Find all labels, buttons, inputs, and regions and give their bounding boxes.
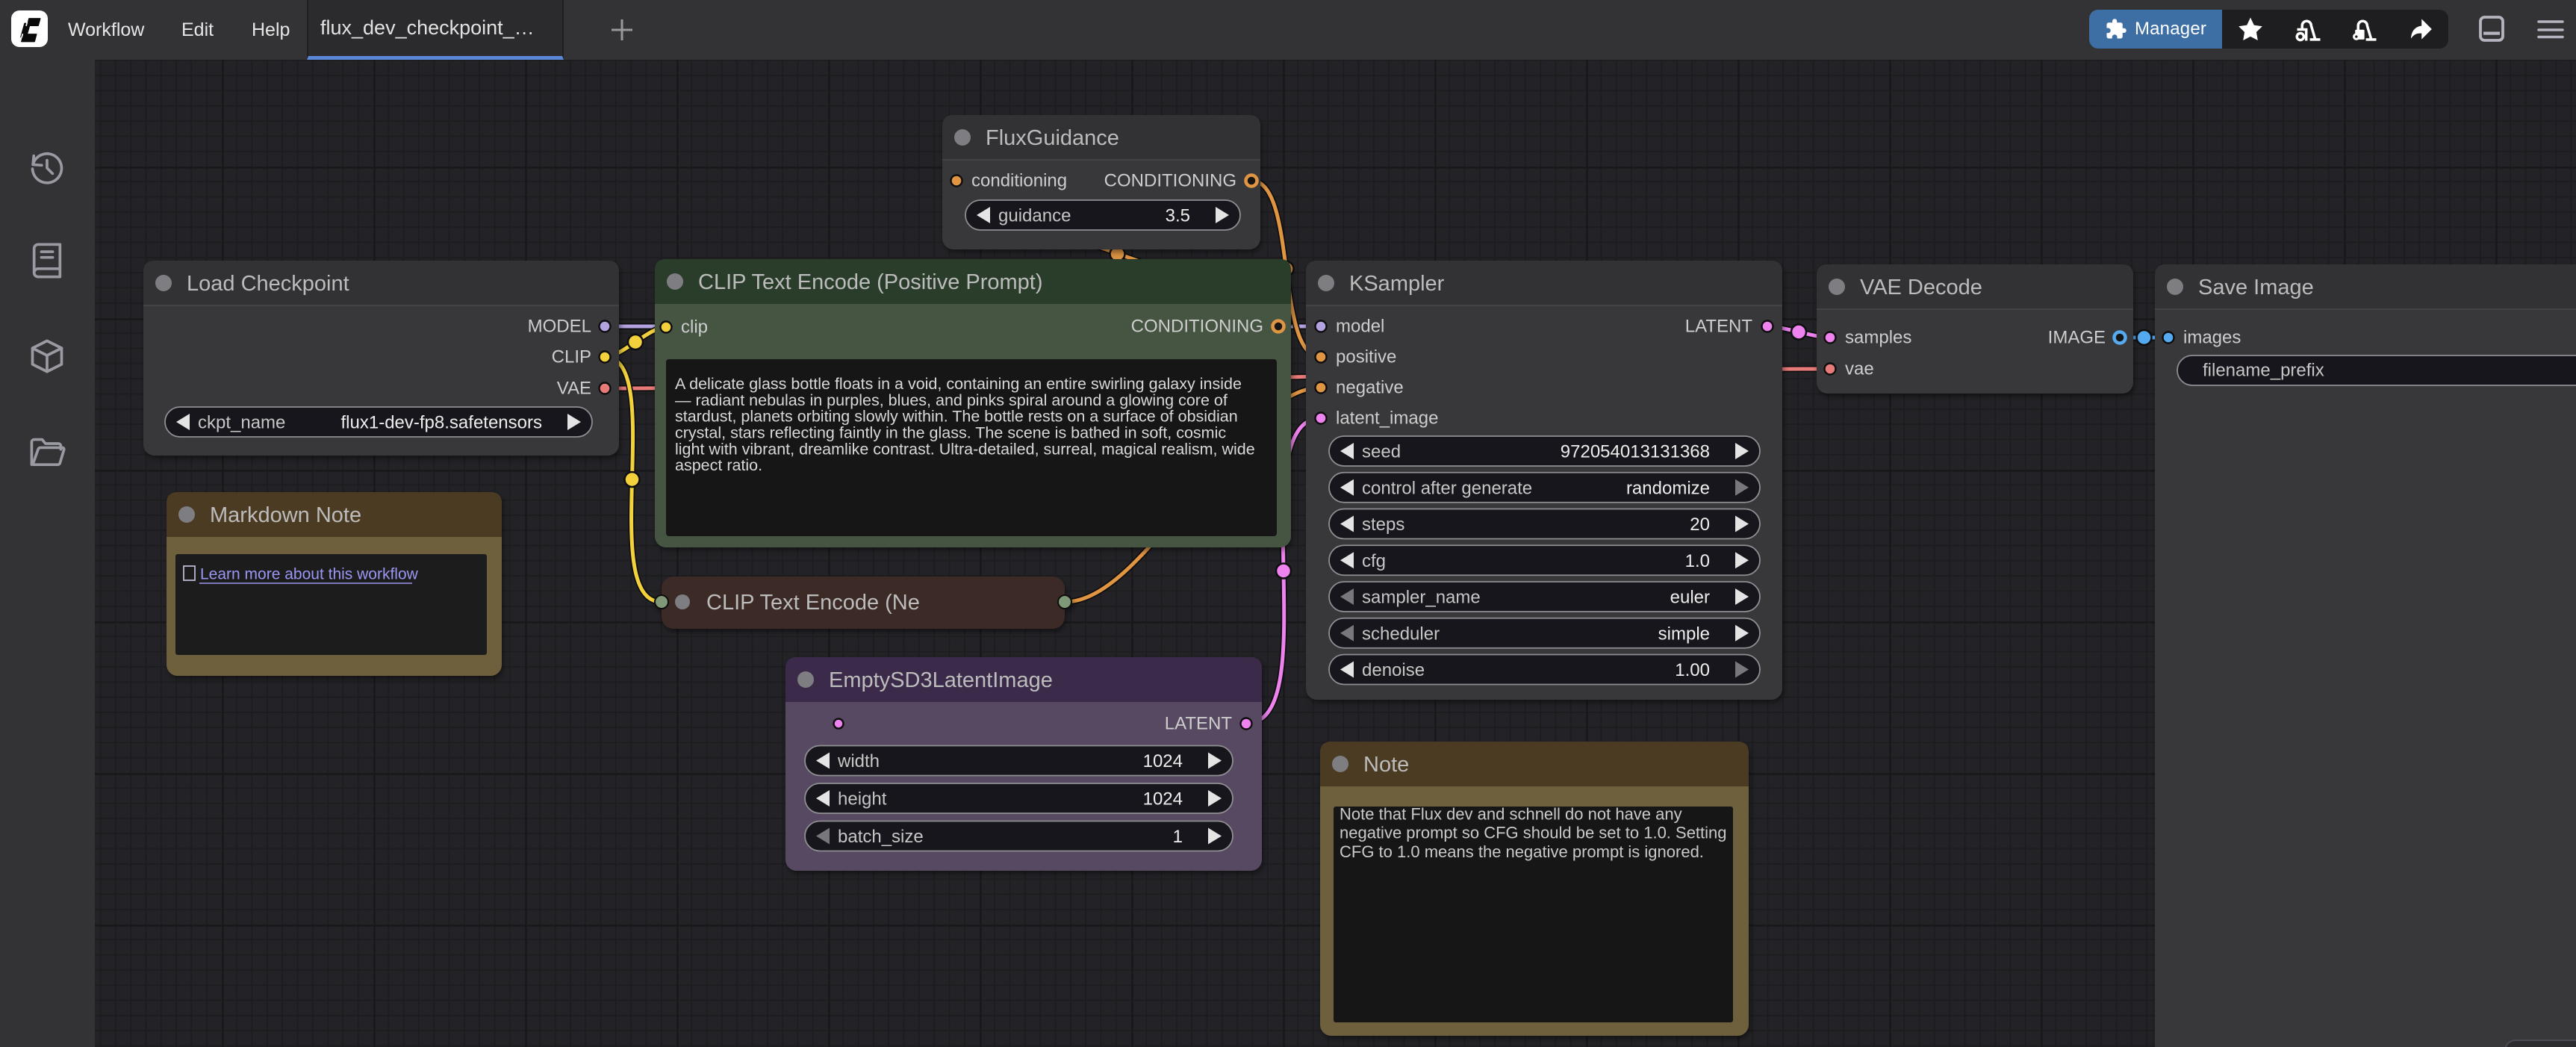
svg-text:vae: vae bbox=[1845, 359, 1874, 379]
svg-text:FluxGuidance: FluxGuidance bbox=[986, 126, 1119, 150]
svg-text:aspect ratio.: aspect ratio. bbox=[675, 456, 762, 474]
svg-text:filename_prefix: filename_prefix bbox=[2203, 361, 2324, 381]
svg-text:Note: Note bbox=[1363, 753, 1409, 777]
svg-text:MODEL: MODEL bbox=[528, 317, 591, 337]
svg-text:1024: 1024 bbox=[1143, 789, 1183, 810]
svg-text:negative: negative bbox=[1336, 378, 1404, 398]
svg-text:simple: simple bbox=[1658, 624, 1710, 644]
svg-text:3.5: 3.5 bbox=[1166, 206, 1190, 226]
svg-text:sampler_name: sampler_name bbox=[1362, 588, 1481, 608]
svg-text:height: height bbox=[838, 789, 887, 810]
svg-text:stardust, planets orbiting slo: stardust, planets orbiting slowly within… bbox=[675, 408, 1238, 426]
svg-text:latent_image: latent_image bbox=[1336, 408, 1438, 429]
svg-text:Learn more about this workflow: Learn more about this workflow bbox=[200, 566, 419, 583]
svg-text:Load Checkpoint: Load Checkpoint bbox=[187, 272, 349, 296]
svg-text:Markdown Note: Markdown Note bbox=[210, 503, 361, 527]
svg-text:images: images bbox=[2183, 328, 2241, 348]
svg-text:— radiant nebulas in purples,: — radiant nebulas in purples, blues, and… bbox=[675, 391, 1228, 409]
svg-text:samples: samples bbox=[1845, 328, 1911, 348]
svg-text:1024: 1024 bbox=[1143, 751, 1183, 771]
svg-text:steps: steps bbox=[1362, 515, 1404, 535]
svg-text:1.0: 1.0 bbox=[1685, 551, 1710, 571]
svg-text:euler: euler bbox=[1670, 588, 1710, 608]
svg-text:1.00: 1.00 bbox=[1675, 660, 1710, 680]
svg-text:1: 1 bbox=[1173, 827, 1183, 847]
svg-text:KSampler: KSampler bbox=[1349, 272, 1445, 296]
svg-text:scheduler: scheduler bbox=[1362, 624, 1440, 644]
svg-text:seed: seed bbox=[1362, 442, 1401, 462]
svg-text:972054013131368: 972054013131368 bbox=[1561, 442, 1710, 462]
svg-text:batch_size: batch_size bbox=[838, 827, 924, 847]
svg-text:VAE: VAE bbox=[557, 379, 591, 399]
svg-text:CFG to 1.0 means the negative: CFG to 1.0 means the negative prompt is … bbox=[1340, 842, 1704, 861]
svg-text:cfg: cfg bbox=[1362, 551, 1386, 571]
svg-text:guidance: guidance bbox=[998, 206, 1071, 226]
svg-text:denoise: denoise bbox=[1362, 660, 1425, 680]
svg-text:Note that Flux dev and schnell: Note that Flux dev and schnell do not ha… bbox=[1340, 805, 1682, 824]
svg-text:flux1-dev-fp8.safetensors: flux1-dev-fp8.safetensors bbox=[341, 413, 542, 433]
svg-text:control after generate: control after generate bbox=[1362, 478, 1532, 498]
svg-text:20: 20 bbox=[1690, 515, 1710, 535]
svg-text:Save Image: Save Image bbox=[2198, 276, 2314, 299]
svg-text:CLIP Text Encode (Ne: CLIP Text Encode (Ne bbox=[706, 591, 920, 615]
svg-text:randomize: randomize bbox=[1626, 478, 1710, 498]
svg-text:width: width bbox=[837, 751, 880, 771]
svg-text:light with vibrant, dreamlike: light with vibrant, dreamlike contrast. … bbox=[675, 440, 1255, 458]
svg-text:model: model bbox=[1336, 317, 1384, 337]
svg-text:conditioning: conditioning bbox=[971, 171, 1067, 191]
svg-text:clip: clip bbox=[681, 317, 708, 338]
svg-text:VAE Decode: VAE Decode bbox=[1860, 276, 1982, 299]
svg-text:negative prompt so CFG should: negative prompt so CFG should be set to … bbox=[1340, 824, 1727, 842]
svg-text:LATENT: LATENT bbox=[1165, 714, 1233, 734]
svg-text:ckpt_name: ckpt_name bbox=[198, 413, 285, 433]
svg-text:crystal, stars reflecting fain: crystal, stars reflecting faintly in the… bbox=[675, 424, 1226, 442]
svg-text:LATENT: LATENT bbox=[1685, 317, 1753, 337]
svg-text:CONDITIONING: CONDITIONING bbox=[1131, 317, 1263, 337]
svg-text:EmptySD3LatentImage: EmptySD3LatentImage bbox=[829, 668, 1053, 692]
svg-text:IMAGE: IMAGE bbox=[2048, 328, 2106, 348]
svg-text:A delicate glass bottle floats: A delicate glass bottle floats in a void… bbox=[675, 375, 1242, 393]
svg-text:positive: positive bbox=[1336, 347, 1396, 367]
svg-text:CONDITIONING: CONDITIONING bbox=[1104, 171, 1236, 191]
svg-text:CLIP Text Encode (Positive Pro: CLIP Text Encode (Positive Prompt) bbox=[698, 270, 1043, 294]
svg-text:CLIP: CLIP bbox=[552, 347, 591, 367]
